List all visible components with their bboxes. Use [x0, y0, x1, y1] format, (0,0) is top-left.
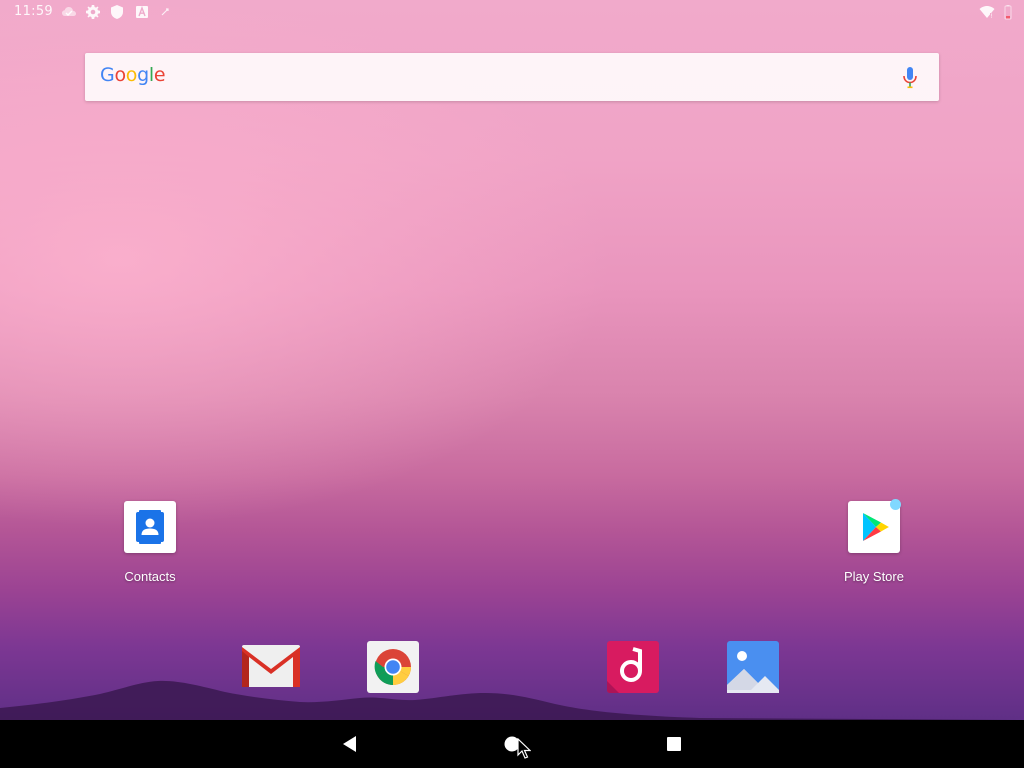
- wallpaper: [0, 0, 1024, 720]
- cloud-notification-icon: [62, 7, 76, 16]
- gallery-icon[interactable]: [727, 641, 779, 693]
- sync-icon: [161, 8, 169, 16]
- back-icon[interactable]: [340, 734, 360, 754]
- svg-text:!: !: [991, 13, 993, 20]
- google-logo-letter: o: [114, 64, 126, 86]
- mouse-cursor-icon: [517, 738, 531, 759]
- mic-icon[interactable]: [901, 66, 919, 90]
- chrome-icon[interactable]: [367, 641, 419, 693]
- gmail-icon[interactable]: [242, 641, 300, 693]
- app-label: Contacts: [124, 569, 176, 584]
- google-search-bar[interactable]: Google: [85, 53, 939, 101]
- status-time: 11:59: [14, 4, 53, 19]
- wifi-icon: !: [979, 6, 995, 20]
- a-letter-icon: [136, 6, 148, 18]
- app-play-store[interactable]: Play Store: [829, 499, 919, 584]
- wallpaper-hills: [0, 680, 1024, 720]
- gear-icon: [86, 5, 100, 19]
- app-label: Play Store: [844, 569, 904, 584]
- contacts-icon[interactable]: [124, 501, 176, 553]
- google-logo-letter: o: [125, 64, 138, 86]
- shield-icon: [111, 5, 123, 19]
- google-logo-letter: g: [137, 64, 149, 86]
- recents-icon[interactable]: [664, 734, 684, 754]
- google-logo-letter: e: [153, 64, 166, 86]
- play-store-icon[interactable]: [848, 499, 901, 553]
- app-contacts[interactable]: Contacts: [105, 501, 195, 584]
- home-screen: 11:59 ! Google Contacts Play Store: [0, 0, 1024, 768]
- notification-dot: [890, 499, 901, 510]
- google-logo: Google: [100, 64, 166, 86]
- status-bar: 11:59 !: [0, 0, 1024, 24]
- navigation-bar: [0, 720, 1024, 768]
- google-logo-letter: G: [100, 64, 115, 86]
- music-icon[interactable]: [607, 641, 659, 693]
- battery-icon: [1004, 5, 1012, 20]
